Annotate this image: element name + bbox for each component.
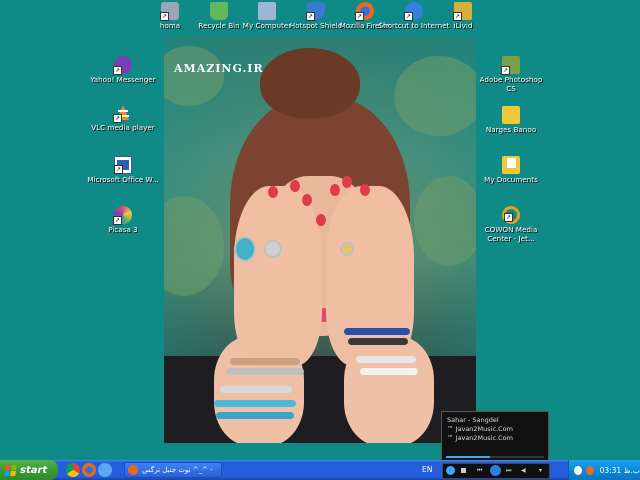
firefox-quicklaunch-icon[interactable] [82, 463, 96, 477]
desktop-icon-my-documents[interactable]: My Documents [474, 156, 548, 185]
desktop-icon-ilivid[interactable]: ↗ iLivid [426, 2, 500, 31]
picasa-icon: ↗ [113, 206, 132, 225]
mini-player-controls[interactable]: ⏮ ⏭ ◀ ▾ [442, 463, 550, 479]
windows-flag-icon [4, 464, 17, 476]
left-hand-shape [234, 186, 322, 366]
language-indicator[interactable]: EN [422, 465, 432, 474]
play-icon[interactable] [446, 466, 455, 475]
folder-icon [502, 106, 520, 124]
volume-icon[interactable]: ◀ [521, 468, 526, 474]
pause-icon[interactable] [490, 465, 501, 476]
my-computer-icon [258, 2, 276, 20]
gold-ring [340, 242, 354, 256]
taskbar-window-title: نوت جنبل ترگس ^_^ - [142, 466, 213, 474]
wallpaper-photo: AMAZING.IR [164, 36, 476, 443]
desktop-icon-ms-word[interactable]: ↗ Microsoft Office W... [86, 156, 160, 185]
my-documents-icon [502, 156, 520, 174]
next-icon[interactable]: ⏭ [506, 468, 511, 474]
tray-expand-icon[interactable] [574, 465, 582, 475]
internet-explorer-icon: ↗ [404, 2, 423, 21]
cowon-icon: ↗ [502, 206, 520, 224]
hair-bun-shape [260, 48, 360, 118]
desktop-icon-yahoo-messenger[interactable]: ↗ Yahoo! Messenger [86, 56, 160, 85]
seek-bar-fill [446, 456, 491, 458]
track-album-line: ™ Javan2Music.Com [447, 434, 513, 442]
recycle-bin-icon [210, 2, 228, 20]
tray-app-icon[interactable] [585, 465, 594, 475]
ms-word-icon: ↗ [114, 156, 132, 174]
chrome-icon[interactable] [66, 463, 80, 477]
desktop-icon-picasa[interactable]: ↗ Picasa 3 [86, 206, 160, 235]
taskbar-window-button[interactable]: نوت جنبل ترگس ^_^ - [124, 462, 222, 478]
turquoise-ring [234, 236, 256, 262]
firefox-icon: ↗ [355, 2, 374, 21]
track-title: Sahar - Sangdel [447, 416, 499, 424]
internet-explorer-quicklaunch-icon[interactable] [98, 463, 112, 477]
track-artist-line: ™ Javan2Music.Com [447, 425, 513, 433]
media-player-popup[interactable]: Sahar - Sangdel ™ Javan2Music.Com ™ Java… [441, 411, 549, 463]
desktop: AMAZING.IR ↗ homa Recycle Bin My Compute… [0, 0, 640, 463]
ilivid-icon: ↗ [453, 2, 472, 21]
vlc-cone-icon: ↗ [113, 104, 132, 123]
clock[interactable]: 03:31 ب.ظ [600, 466, 640, 475]
desktop-icon-vlc[interactable]: ↗ VLC media player [86, 104, 160, 133]
desktop-icon-photoshop[interactable]: ↗ Adobe Photoshop CS [474, 56, 548, 93]
seek-bar[interactable] [446, 456, 544, 458]
photoshop-icon: ↗ [501, 56, 520, 75]
yahoo-messenger-icon: ↗ [113, 56, 132, 75]
stop-icon[interactable] [461, 468, 466, 473]
desktop-icon-cowon[interactable]: ↗ COWON Media Center - Jet... [474, 206, 548, 243]
hotspot-shield-icon: ↗ [306, 2, 325, 21]
silver-ring [264, 240, 282, 258]
start-button[interactable]: start [0, 460, 58, 480]
system-tray: 03:31 ب.ظ [568, 460, 640, 480]
user-folder-icon: ↗ [160, 2, 179, 21]
wallpaper-brand-text: AMAZING.IR [174, 62, 264, 75]
player-menu-icon[interactable]: ▾ [539, 468, 542, 474]
start-label: start [20, 464, 48, 476]
taskbar: start نوت جنبل ترگس ^_^ - EN ⏮ ⏭ ◀ ▾ 03:… [0, 460, 640, 480]
firefox-small-icon [128, 465, 138, 475]
desktop-icon-narges-banoo[interactable]: Narges Banoo [474, 106, 548, 135]
previous-icon[interactable]: ⏮ [477, 468, 482, 474]
